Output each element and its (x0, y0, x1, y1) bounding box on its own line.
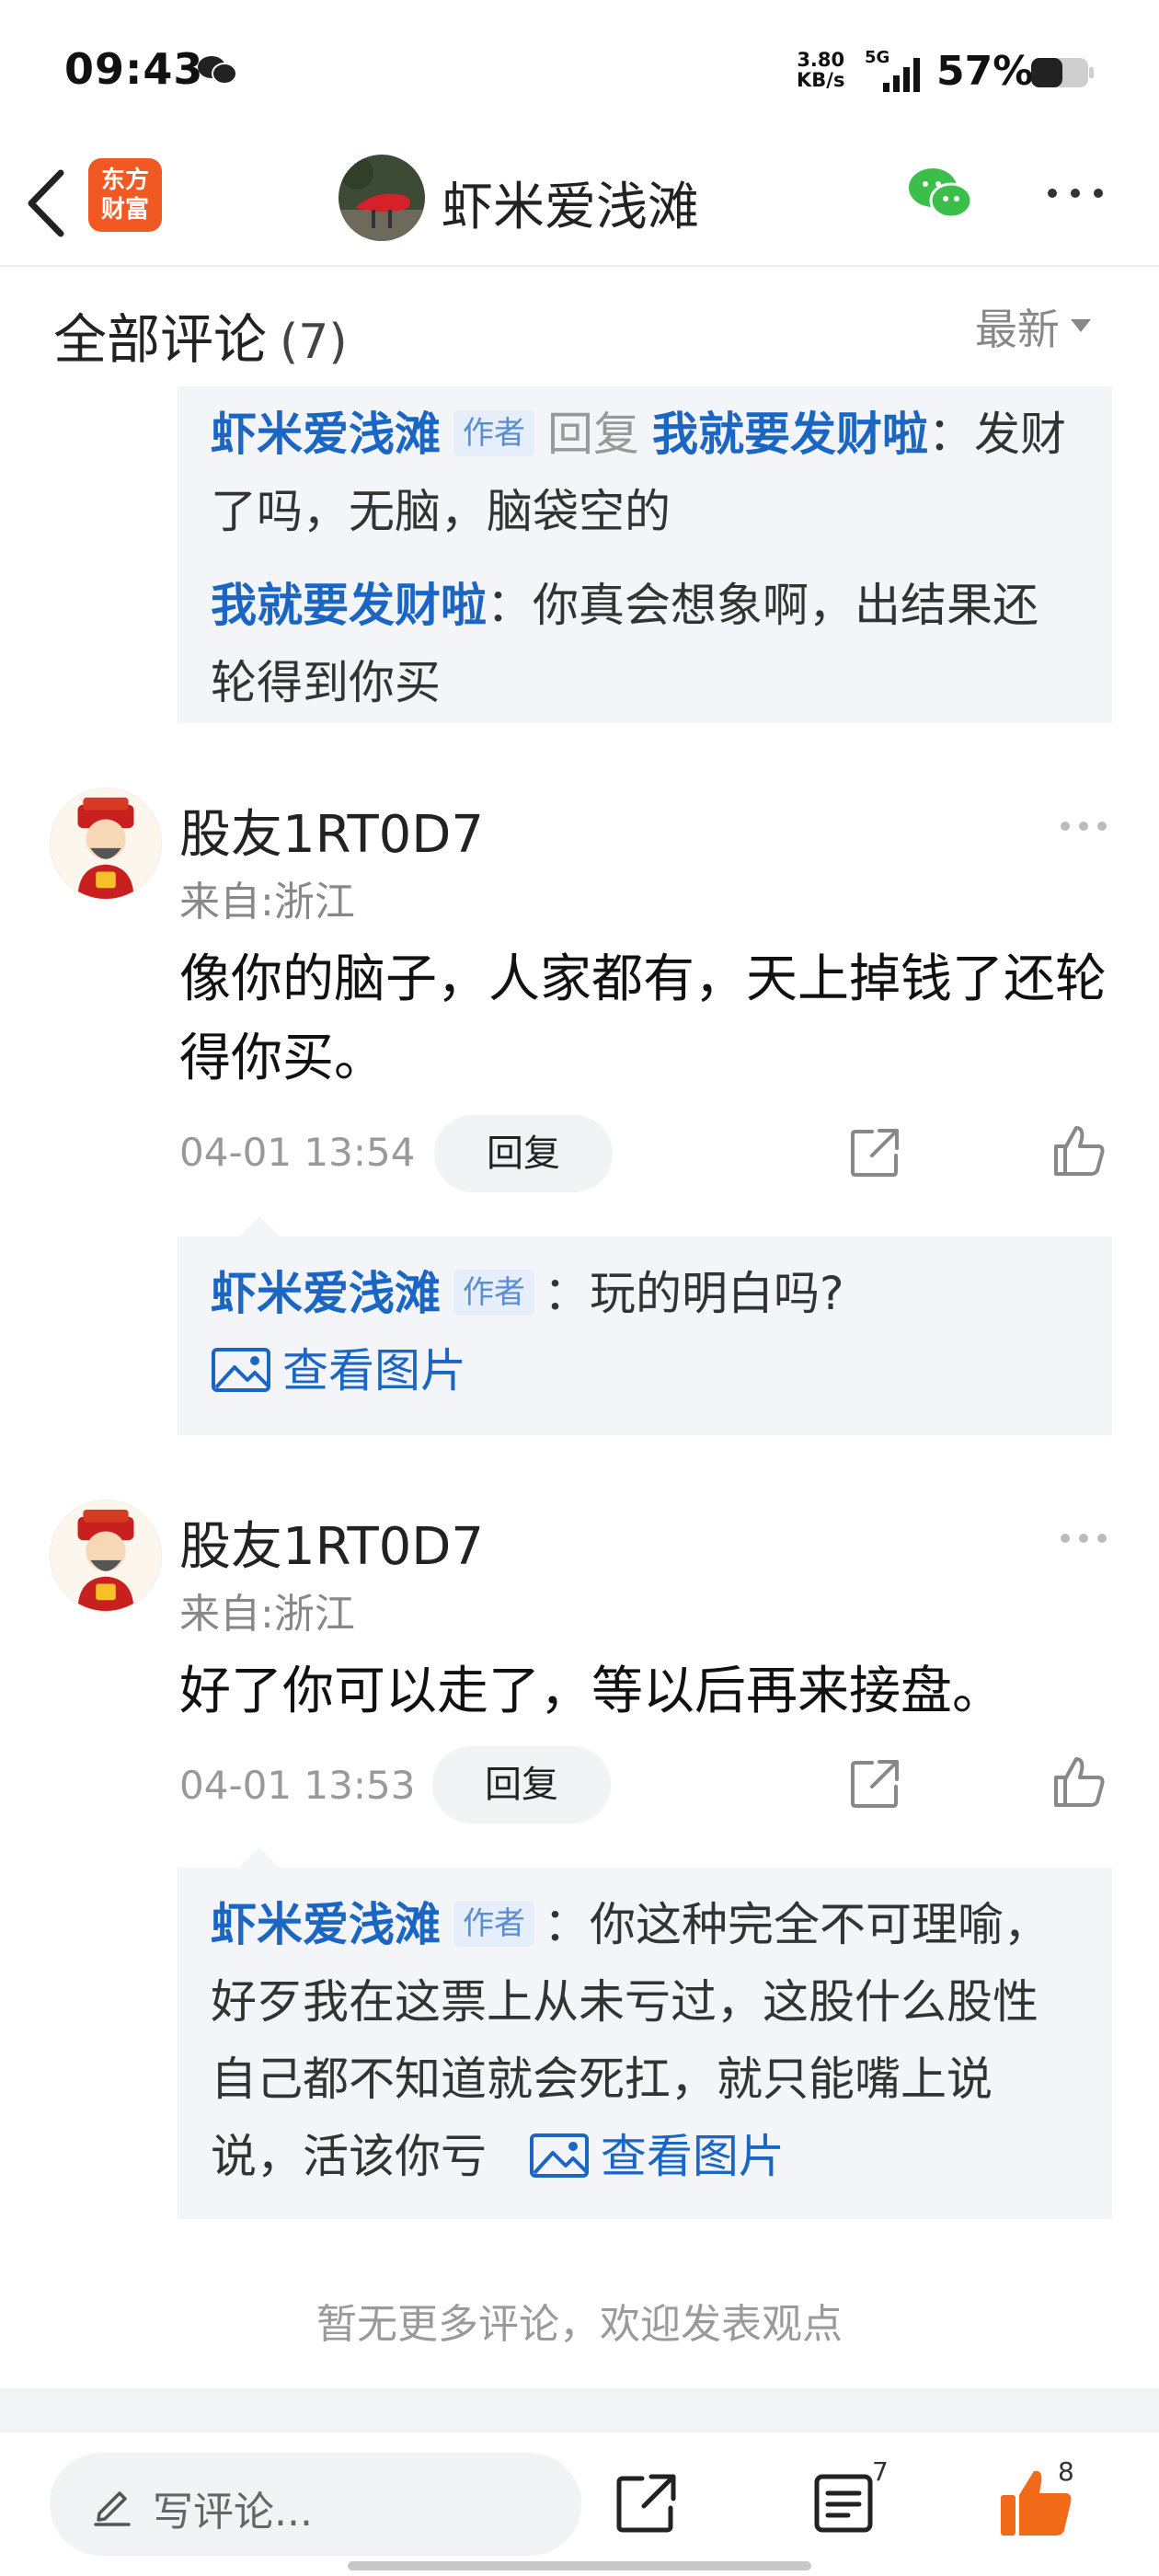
comment-text: 好了你可以走了，等以后再来接盘。 (179, 1662, 1004, 1721)
comment-input-placeholder: 写评论... (153, 2489, 313, 2536)
author-badge: 作者 (453, 1900, 534, 1947)
caret-down-icon (1071, 318, 1091, 332)
top-nav-bar: 东方 财富 虾米爱浅滩 (0, 138, 1159, 267)
more-dots-icon[interactable] (1058, 1529, 1109, 1547)
author-badge: 作者 (453, 1269, 534, 1316)
reply-item: 虾米爱浅滩 作者 ：玩的明白吗? (211, 1255, 1079, 1332)
network-speed-unit: KB/s (797, 69, 845, 91)
back-arrow-icon[interactable] (20, 162, 72, 245)
reply-username[interactable]: 虾米爱浅滩 (211, 1267, 441, 1320)
comments-count-badge: 7 (872, 2456, 889, 2487)
user-avatar[interactable] (50, 788, 162, 900)
like-count-badge: 8 (1058, 2456, 1074, 2487)
reply-target-username[interactable]: 我就要发财啦 (652, 408, 928, 461)
comment-username[interactable]: 股友1RT0D7 (179, 793, 484, 868)
reply-pointer (239, 1847, 280, 1868)
reply-thread[interactable]: 虾米爱浅滩 作者 ：玩的明白吗? 查看图片 (178, 1236, 1112, 1435)
wechat-notification-icon (198, 56, 237, 85)
sort-dropdown[interactable]: 最新 (975, 296, 1091, 357)
app-logo-line2: 财富 (100, 196, 149, 224)
sort-label: 最新 (975, 305, 1060, 354)
battery-icon (1031, 58, 1094, 87)
app-logo[interactable]: 东方 财富 (88, 158, 162, 232)
view-image-link[interactable]: 查看图片 (211, 1332, 1079, 1409)
bottom-action-bar: 写评论... 7 8 (0, 2432, 1159, 2576)
comment-text: 像你的脑子，人家都有，天上掉钱了还轮得你买。 (179, 949, 1107, 1088)
reply-button[interactable]: 回复 (432, 1746, 611, 1823)
no-more-comments: 暂无更多评论，欢迎发表观点 (316, 2301, 843, 2348)
comment-count: (7) (280, 315, 348, 370)
reply-username[interactable]: 虾米爱浅滩 (211, 408, 441, 461)
user-avatar[interactable] (50, 1500, 162, 1612)
image-icon (529, 2133, 589, 2178)
comment-username[interactable]: 股友1RT0D7 (179, 1505, 484, 1580)
header-title: 虾米爱浅滩 (442, 178, 699, 237)
pen-icon (94, 2491, 131, 2526)
thumbs-up-icon[interactable] (1052, 1124, 1106, 1178)
comment-time: 04-01 13:54 (179, 1130, 416, 1175)
reply-thread[interactable]: 虾米爱浅滩 作者 回复 我就要发财啦：发财了吗，无脑，脑袋空的 我就要发财啦：你真会想… (178, 386, 1112, 723)
status-bar: 09:43 3.80 KB/s 5G 57% (0, 0, 1159, 138)
divider-band (0, 2388, 1159, 2432)
author-avatar[interactable] (339, 155, 425, 241)
signal-icon (883, 58, 920, 92)
section-title-text: 全部评论 (53, 308, 268, 371)
author-badge: 作者 (453, 409, 534, 456)
app-logo-line1: 东方 (100, 167, 149, 194)
comments-section-title: 全部评论 (7) (53, 296, 348, 374)
view-image-label: 查看图片 (282, 1344, 466, 1397)
share-icon[interactable] (848, 1757, 901, 1811)
comment-location: 来自:浙江 (179, 1591, 355, 1638)
image-icon (212, 1347, 270, 1392)
reply-item: 虾米爱浅滩 作者 ：你这种完全不可理喻，好歹我在这票上从未亏过，这股什么股性自己都不… (211, 1886, 1079, 2195)
share-icon[interactable] (848, 1126, 901, 1179)
view-image-link[interactable]: 查看图片 (529, 2130, 785, 2183)
reply-item: 虾米爱浅滩 作者 回复 我就要发财啦：发财了吗，无脑，脑袋空的 (211, 396, 1079, 550)
more-dots-icon[interactable] (1058, 817, 1109, 835)
more-options-icon[interactable] (1043, 175, 1107, 212)
comment-time: 04-01 13:53 (179, 1763, 416, 1808)
reply-pointer (239, 1216, 280, 1236)
battery-percent: 57% (936, 48, 1034, 95)
comment-location: 来自:浙江 (179, 879, 355, 926)
thumbs-up-icon[interactable] (1052, 1755, 1106, 1809)
reply-item: 我就要发财啦：你真会想象啊，出结果还轮得到你买 (211, 567, 1079, 721)
reply-text: ：玩的明白吗? (544, 1267, 844, 1320)
view-image-label: 查看图片 (600, 2130, 785, 2183)
reply-button[interactable]: 回复 (434, 1115, 613, 1192)
network-speed-value: 3.80 (797, 49, 845, 71)
reply-username[interactable]: 我就要发财啦 (211, 579, 487, 632)
home-indicator[interactable] (348, 2561, 811, 2570)
network-speed: 3.80 KB/s (797, 50, 844, 90)
comment-input[interactable]: 写评论... (50, 2453, 581, 2556)
reply-username[interactable]: 虾米爱浅滩 (211, 1898, 441, 1951)
wechat-share-icon[interactable] (907, 164, 975, 223)
status-time: 09:43 (64, 44, 204, 94)
reply-word: 回复 (547, 408, 639, 461)
reply-thread[interactable]: 虾米爱浅滩 作者 ：你这种完全不可理喻，好歹我在这票上从未亏过，这股什么股性自己都不… (178, 1868, 1112, 2219)
comments-list-icon[interactable] (813, 2473, 874, 2534)
share-icon[interactable] (614, 2471, 679, 2536)
